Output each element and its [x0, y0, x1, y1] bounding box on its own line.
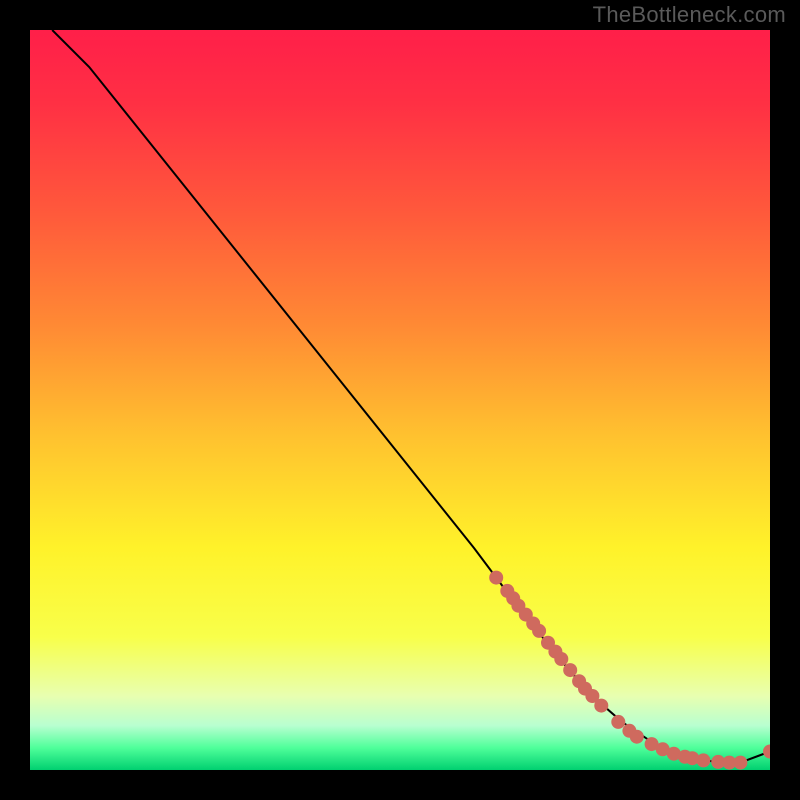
watermark-text: TheBottleneck.com — [593, 2, 786, 28]
data-marker — [696, 753, 710, 767]
chart-frame: TheBottleneck.com — [0, 0, 800, 800]
data-marker — [532, 624, 546, 638]
data-marker — [554, 652, 568, 666]
data-marker — [489, 571, 503, 585]
data-marker — [733, 756, 747, 770]
bottleneck-curve-chart — [30, 30, 770, 770]
data-marker — [630, 730, 644, 744]
gradient-background — [30, 30, 770, 770]
data-marker — [611, 715, 625, 729]
data-marker — [563, 663, 577, 677]
data-marker — [594, 699, 608, 713]
